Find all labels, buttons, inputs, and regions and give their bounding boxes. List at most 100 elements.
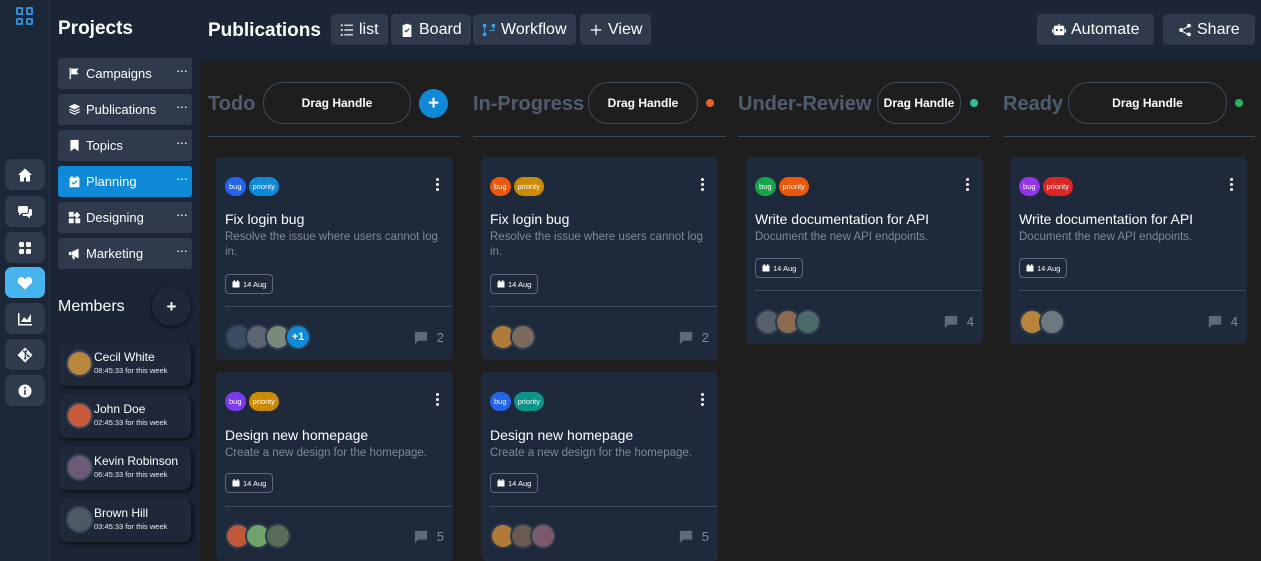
due-date: 14 Aug: [243, 478, 267, 488]
card-description: Create a new design for the homepage.: [225, 447, 428, 459]
member-name: Kevin Robinson: [94, 454, 179, 468]
member-card[interactable]: Kevin Robinson 06:45:33 for this week: [59, 446, 191, 490]
more-options-icon[interactable]: ···: [176, 99, 188, 113]
view-workflow-button[interactable]: Workflow: [473, 14, 576, 45]
project-item-publications[interactable]: Publications ···: [58, 94, 192, 125]
avatar[interactable]: [1039, 309, 1065, 335]
more-options-icon[interactable]: ···: [176, 207, 188, 221]
git-icon[interactable]: [5, 339, 45, 370]
view-board-button[interactable]: Board: [391, 14, 471, 45]
card-description: Resolve the issue where users cannot log…: [225, 231, 438, 258]
add-view-button[interactable]: View: [580, 14, 652, 45]
due-date: 14 Aug: [243, 279, 267, 289]
drag-handle[interactable]: Drag Handle: [588, 82, 698, 124]
card-description: Document the new API endpoints.: [755, 231, 929, 243]
automate-button[interactable]: Automate: [1037, 14, 1155, 45]
tag-priority: priority: [513, 177, 545, 196]
chart-icon[interactable]: [5, 303, 45, 334]
info-icon[interactable]: [5, 375, 45, 406]
tag-bug: bug: [490, 177, 511, 196]
card-title: Fix login bug: [490, 211, 570, 227]
member-time: 03:45:33 for this week: [94, 522, 168, 531]
assignee-list: [490, 523, 556, 549]
task-card[interactable]: bug priority Write documentation for API…: [746, 157, 983, 344]
calendar-icon: [232, 280, 240, 288]
more-options-icon[interactable]: ···: [176, 63, 188, 77]
chat-icon[interactable]: [5, 196, 45, 227]
due-date-badge[interactable]: 14 Aug: [490, 473, 539, 493]
member-time: 08:45:33 for this week: [94, 366, 168, 375]
tag-bug: bug: [225, 177, 246, 196]
project-item-designing[interactable]: Designing ···: [58, 202, 192, 233]
column-divider: [1003, 136, 1255, 137]
home-icon[interactable]: [5, 159, 45, 190]
due-date-badge[interactable]: 14 Aug: [490, 274, 539, 294]
apps-icon[interactable]: [5, 232, 45, 263]
avatar: [66, 350, 93, 377]
avatar[interactable]: [510, 324, 536, 350]
avatar[interactable]: [530, 523, 556, 549]
card-menu-icon[interactable]: [436, 393, 439, 406]
tag-priority: priority: [248, 177, 280, 196]
due-date-badge[interactable]: 14 Aug: [755, 258, 804, 278]
assignee-list: +1: [225, 324, 311, 350]
heart-icon[interactable]: [5, 267, 45, 298]
project-item-marketing[interactable]: Marketing ···: [58, 238, 192, 269]
card-menu-icon[interactable]: [436, 178, 439, 191]
avatar: [66, 402, 93, 429]
due-date-badge[interactable]: 14 Aug: [1019, 258, 1068, 278]
plus-icon: [589, 23, 603, 37]
drag-handle[interactable]: Drag Handle: [1068, 82, 1227, 124]
due-date-badge[interactable]: 14 Aug: [225, 274, 274, 294]
avatar[interactable]: [265, 523, 291, 549]
task-card[interactable]: bug priority Design new homepage Create …: [481, 372, 718, 561]
comment-count[interactable]: 2: [679, 330, 709, 345]
share-button[interactable]: Share: [1163, 14, 1255, 45]
add-card-button[interactable]: +: [419, 89, 448, 118]
layers-icon: [67, 103, 81, 117]
comment-count[interactable]: 4: [1208, 314, 1238, 329]
drag-handle[interactable]: Drag Handle: [877, 82, 961, 124]
member-card[interactable]: Cecil White 08:45:33 for this week: [59, 342, 191, 386]
comment-count[interactable]: 5: [414, 529, 444, 544]
project-item-label: Marketing: [86, 246, 144, 261]
view-list-button[interactable]: list: [331, 14, 388, 45]
status-dot: [706, 99, 714, 107]
add-member-button[interactable]: +: [152, 287, 191, 326]
comment-count[interactable]: 2: [414, 330, 444, 345]
drag-handle[interactable]: Drag Handle: [263, 82, 411, 124]
more-options-icon[interactable]: ···: [176, 243, 188, 257]
more-options-icon[interactable]: ···: [176, 135, 188, 149]
project-item-campaigns[interactable]: Campaigns ···: [58, 58, 192, 89]
member-card[interactable]: John Doe 02:45:33 for this week: [59, 394, 191, 438]
column-title-todo: Todo: [208, 93, 256, 115]
due-date-badge[interactable]: 14 Aug: [225, 473, 274, 493]
card-menu-icon[interactable]: [701, 178, 704, 191]
more-assignees-badge[interactable]: +1: [285, 324, 311, 350]
comment-count-value: 4: [966, 314, 974, 329]
card-divider: [490, 506, 717, 507]
comment-icon: [944, 315, 957, 328]
card-menu-icon[interactable]: [701, 393, 704, 406]
comment-count[interactable]: 4: [944, 314, 974, 329]
comment-count-value: 2: [701, 330, 709, 345]
card-divider: [225, 506, 452, 507]
task-card[interactable]: bug priority Write documentation for API…: [1010, 157, 1247, 344]
card-title: Design new homepage: [225, 427, 369, 443]
task-card[interactable]: bug priority Fix login bug Resolve the i…: [216, 157, 453, 360]
project-item-planning[interactable]: Planning ···: [58, 166, 192, 197]
task-card[interactable]: bug priority Design new homepage Create …: [216, 372, 453, 561]
grid-icon[interactable]: [16, 7, 34, 25]
card-menu-icon[interactable]: [1230, 178, 1233, 191]
view-workflow-label: Workflow: [501, 20, 567, 38]
avatar[interactable]: [795, 309, 821, 335]
list-icon: [340, 23, 354, 37]
card-menu-icon[interactable]: [966, 178, 969, 191]
task-card[interactable]: bug priority Fix login bug Resolve the i…: [481, 157, 718, 360]
member-card[interactable]: Brown Hill 03:45:33 for this week: [59, 498, 191, 542]
more-options-icon[interactable]: ···: [176, 171, 188, 185]
project-item-label: Topics: [86, 138, 123, 153]
comment-count[interactable]: 5: [679, 529, 709, 544]
assignee-list: [755, 309, 821, 335]
project-item-topics[interactable]: Topics ···: [58, 130, 192, 161]
